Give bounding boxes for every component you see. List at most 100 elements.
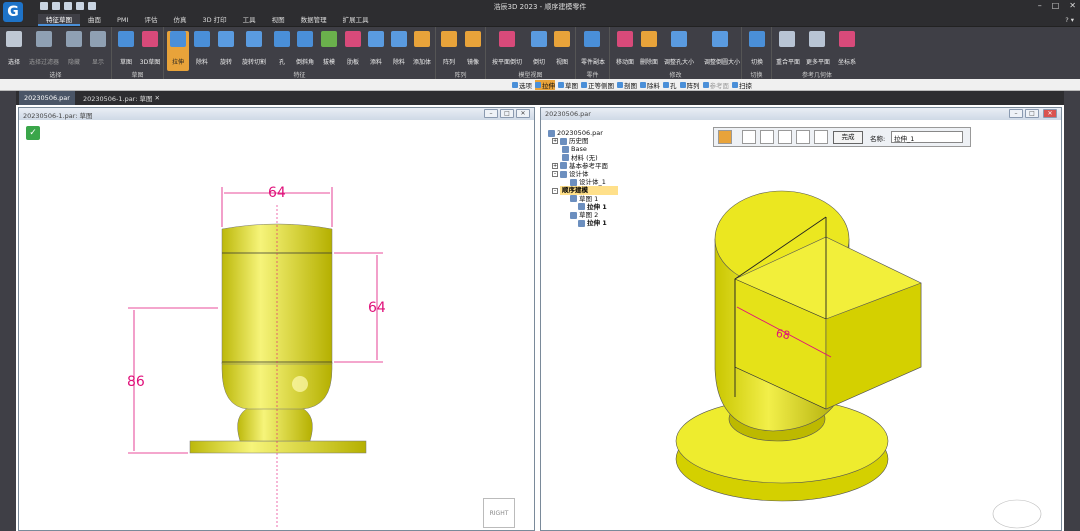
tree-item-sketch-1[interactable]: 草图 1 — [548, 195, 618, 203]
tab-3d-print[interactable]: 3D 打印 — [194, 14, 234, 26]
extrude-button[interactable]: 拉伸 — [167, 31, 189, 71]
right-sidebar — [1064, 91, 1080, 531]
switch-button[interactable]: 切换 — [746, 31, 768, 66]
tab-view[interactable]: 视图 — [264, 14, 293, 26]
chamfer-button[interactable]: 倒斜角 — [294, 31, 316, 66]
tab-feature-sketch[interactable]: 特征草图 — [38, 14, 80, 26]
tab-simulation[interactable]: 仿真 — [165, 14, 194, 26]
doc-tab-part[interactable]: 20230506.par — [19, 91, 75, 105]
cmd-extrude[interactable]: 拉伸 — [535, 80, 555, 90]
cmd-section[interactable]: 剖图 — [617, 80, 637, 90]
cut-button[interactable]: 除料 — [191, 31, 213, 66]
delete-face-button[interactable]: 删除面 — [638, 31, 660, 66]
cmd-iso-view[interactable]: 正等侧图 — [581, 80, 614, 90]
select-button[interactable]: 选择 — [3, 31, 25, 66]
profile-step-icon[interactable] — [760, 130, 774, 144]
restore-button[interactable]: □ — [500, 109, 514, 118]
more-planes-button[interactable]: 更多平面 — [806, 31, 830, 66]
select-filter-button[interactable]: 选择过滤器 — [29, 31, 59, 66]
dimension-3d[interactable]: 68 — [775, 327, 791, 343]
app-logo[interactable]: G — [3, 2, 23, 22]
doc-tab-sketch[interactable]: 20230506-1.par: 草图 ✕ — [78, 91, 165, 105]
tab-tools[interactable]: 工具 — [235, 14, 264, 26]
finish-button[interactable]: 完成 — [833, 131, 863, 144]
minimize-button[interactable]: – — [484, 109, 498, 118]
dimension-left[interactable]: 86 — [127, 374, 145, 390]
restore-button[interactable]: □ — [1025, 109, 1039, 118]
cmd-pattern[interactable]: 阵列 — [679, 80, 700, 90]
minimize-button[interactable]: – — [1009, 109, 1023, 118]
rib-button[interactable]: 肋板 — [342, 31, 364, 66]
mirror-button[interactable]: 镜像 — [462, 31, 484, 66]
close-button[interactable]: ✕ — [1043, 109, 1057, 118]
extent-step-icon[interactable] — [796, 130, 810, 144]
close-icon[interactable]: ✕ — [155, 94, 160, 102]
tree-item-root[interactable]: 20230506.par — [548, 129, 618, 137]
cmd-options[interactable]: 选项 — [512, 80, 532, 90]
view-button[interactable]: 视图 — [551, 31, 573, 66]
plane-step-icon[interactable] — [742, 130, 756, 144]
treatment-step-icon[interactable] — [814, 130, 828, 144]
model-viewport[interactable] — [541, 119, 1061, 531]
cmd-cut[interactable]: 除料 — [640, 80, 660, 90]
close-button[interactable]: ✕ — [516, 109, 530, 118]
help-icon[interactable]: ? ▾ — [1065, 14, 1074, 26]
sketch-button[interactable]: 草图 — [115, 31, 137, 66]
cmd-hole[interactable]: 孔 — [663, 80, 677, 90]
cmd-reference-plane[interactable]: 参考面 — [702, 80, 729, 90]
revolve-button[interactable]: 旋转 — [215, 31, 237, 66]
coordinate-system-button[interactable]: 坐标系 — [836, 31, 858, 66]
section-button[interactable]: 倒切 — [528, 31, 550, 66]
open-icon[interactable] — [52, 2, 60, 10]
pattern-button[interactable]: 阵列 — [438, 31, 460, 66]
cmd-sketch[interactable]: 草图 — [558, 80, 578, 90]
tree-item-history[interactable]: + 历史图 — [548, 137, 618, 145]
hole-button[interactable]: 孔 — [271, 31, 293, 66]
tree-item-extrude-1[interactable]: 拉伸 1 — [548, 203, 618, 211]
tree-item-ordered[interactable]: – 顺序建模 — [548, 186, 618, 195]
part-copy-button[interactable]: 零件副本 — [581, 31, 605, 66]
pathfinder-tree: 20230506.par + 历史图 Base 材料 (无) + 基本参考平面 – 设… — [548, 129, 618, 227]
3d-sketch-button[interactable]: 3D草图 — [139, 31, 161, 66]
extrude-step-icon[interactable] — [718, 130, 732, 144]
tree-item-reference-planes[interactable]: + 基本参考平面 — [548, 162, 618, 170]
tree-item-base[interactable]: Base — [548, 145, 618, 153]
tab-evaluate[interactable]: 评估 — [136, 14, 165, 26]
new-icon[interactable] — [40, 2, 48, 10]
tab-surface[interactable]: 曲面 — [80, 14, 109, 26]
maximize-button[interactable]: □ — [1052, 1, 1060, 10]
save-icon[interactable] — [64, 2, 72, 10]
sketch-viewport[interactable] — [18, 119, 535, 531]
plane-cut-button[interactable]: 按平面倒切 — [490, 31, 524, 66]
tab-pmi[interactable]: PMI — [109, 14, 136, 26]
dimension-top[interactable]: 64 — [268, 185, 286, 201]
minimize-button[interactable]: – — [1038, 1, 1042, 10]
name-input[interactable]: 拉伸_1 — [891, 131, 963, 143]
tab-extension-tools[interactable]: 扩展工具 — [335, 14, 377, 26]
redo-icon[interactable] — [88, 2, 96, 10]
close-button[interactable]: ✕ — [1069, 1, 1076, 10]
tree-item-material[interactable]: 材料 (无) — [548, 154, 618, 162]
hide-button[interactable]: 隐藏 — [63, 31, 85, 66]
resize-hole-button[interactable]: 调整孔大小 — [664, 31, 694, 66]
draft-button[interactable]: 拔模 — [318, 31, 340, 66]
revolve-cut-button[interactable]: 旋转切割 — [239, 31, 269, 66]
show-button[interactable]: 显示 — [87, 31, 109, 66]
remove-material-button[interactable]: 除料 — [388, 31, 410, 66]
group-select: 选择 选择过滤器 隐藏 显示 选择 — [0, 27, 112, 80]
dimension-right[interactable]: 64 — [368, 300, 386, 316]
tree-item-design-body[interactable]: – 设计体 — [548, 170, 618, 178]
cmd-sweep[interactable]: 扫掠 — [732, 80, 752, 90]
tree-item-extrude-2[interactable]: 拉伸 1 — [548, 219, 618, 227]
move-face-button[interactable]: 移动面 — [614, 31, 636, 66]
add-material-button[interactable]: 添料 — [365, 31, 387, 66]
extrude-command-bar: 完成 名称: 拉伸_1 — [713, 127, 971, 147]
tab-data-management[interactable]: 数据管理 — [293, 14, 335, 26]
undo-icon[interactable] — [76, 2, 84, 10]
tree-item-sketch-2[interactable]: 草图 2 — [548, 211, 618, 219]
coincident-plane-button[interactable]: 重合平面 — [776, 31, 800, 66]
view-cube[interactable]: RIGHT — [483, 498, 515, 528]
add-body-button[interactable]: 添加体 — [411, 31, 433, 66]
side-step-icon[interactable] — [778, 130, 792, 144]
resize-round-button[interactable]: 调整倒圆大小 — [704, 31, 740, 66]
